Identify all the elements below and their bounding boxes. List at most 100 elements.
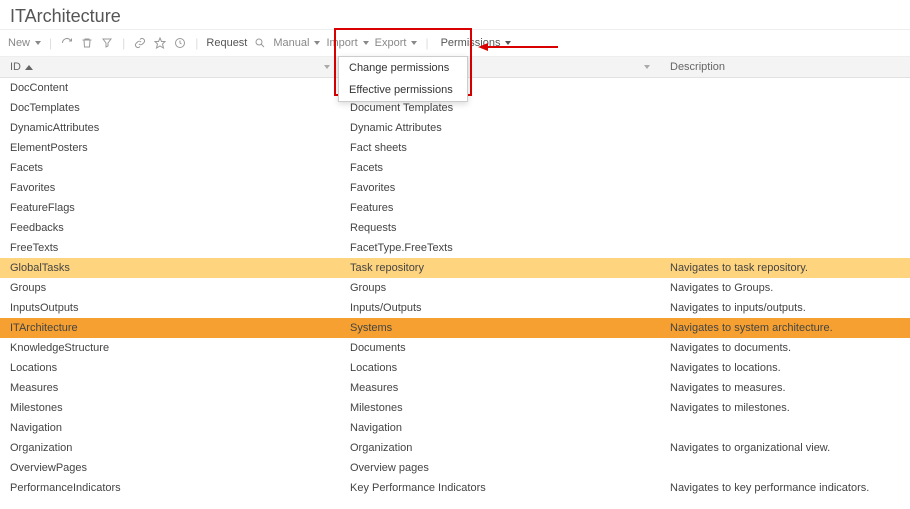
cell-description bbox=[660, 205, 910, 211]
cell-id: DynamicAttributes bbox=[0, 119, 340, 137]
table-row[interactable]: MeasuresMeasuresNavigates to measures. bbox=[0, 378, 910, 398]
table-row[interactable]: FeedbacksRequests bbox=[0, 218, 910, 238]
chevron-down-icon[interactable] bbox=[324, 65, 330, 69]
table-row[interactable]: FavoritesFavorites bbox=[0, 178, 910, 198]
cell-name: Systems bbox=[340, 319, 660, 337]
table-row[interactable]: FacetsFacets bbox=[0, 158, 910, 178]
cell-id: KnowledgeStructure bbox=[0, 339, 340, 357]
cell-description bbox=[660, 465, 910, 471]
column-header-description[interactable]: Description bbox=[660, 57, 910, 77]
toolbar: New | | | Request Manual Import bbox=[0, 29, 910, 57]
cell-description: Navigates to locations. bbox=[660, 359, 910, 377]
new-button[interactable]: New bbox=[8, 37, 41, 49]
trash-icon[interactable] bbox=[80, 36, 94, 50]
cell-description: Navigates to system architecture. bbox=[660, 319, 910, 337]
page-title: ITArchitecture bbox=[0, 0, 910, 29]
cell-description: Navigates to key performance indicators. bbox=[660, 479, 910, 497]
cell-description: Navigates to task repository. bbox=[660, 259, 910, 277]
cell-id: FreeTexts bbox=[0, 239, 340, 257]
cell-description bbox=[660, 125, 910, 131]
cell-name: Organization bbox=[340, 439, 660, 457]
table-row[interactable]: InputsOutputsInputs/OutputsNavigates to … bbox=[0, 298, 910, 318]
cell-name: Navigation bbox=[340, 419, 660, 437]
cell-id: Navigation bbox=[0, 419, 340, 437]
cell-name: Facets bbox=[340, 159, 660, 177]
cell-name: Requests bbox=[340, 219, 660, 237]
table-row[interactable]: OverviewPagesOverview pages bbox=[0, 458, 910, 478]
manual-button[interactable]: Manual bbox=[273, 37, 320, 49]
cell-name: Dynamic Attributes bbox=[340, 119, 660, 137]
separator: | bbox=[47, 36, 54, 50]
cell-id: Feedbacks bbox=[0, 219, 340, 237]
refresh-icon[interactable] bbox=[60, 36, 74, 50]
cell-name: Key Performance Indicators bbox=[340, 479, 660, 497]
cell-id: ElementPosters bbox=[0, 139, 340, 157]
sort-asc-icon bbox=[25, 65, 33, 70]
cell-id: Locations bbox=[0, 359, 340, 377]
permissions-button[interactable]: Permissions bbox=[441, 37, 512, 49]
filter-icon[interactable] bbox=[100, 36, 114, 50]
separator: | bbox=[120, 36, 127, 50]
separator: | bbox=[193, 36, 200, 50]
cell-name: Measures bbox=[340, 379, 660, 397]
table-row[interactable]: MilestonesMilestonesNavigates to milesto… bbox=[0, 398, 910, 418]
column-header-id[interactable]: ID bbox=[0, 57, 340, 77]
table-row[interactable]: PerformanceIndicatorsKey Performance Ind… bbox=[0, 478, 910, 498]
cell-id: Favorites bbox=[0, 179, 340, 197]
cell-id: Milestones bbox=[0, 399, 340, 417]
table-row[interactable]: ITArchitectureSystemsNavigates to system… bbox=[0, 318, 910, 338]
cell-id: Groups bbox=[0, 279, 340, 297]
table-row[interactable]: NavigationNavigation bbox=[0, 418, 910, 438]
cell-description: Navigates to inputs/outputs. bbox=[660, 299, 910, 317]
cell-description: Navigates to measures. bbox=[660, 379, 910, 397]
cell-description: Navigates to documents. bbox=[660, 339, 910, 357]
cell-id: ITArchitecture bbox=[0, 319, 340, 337]
cell-description bbox=[660, 145, 910, 151]
link-icon[interactable] bbox=[133, 36, 147, 50]
table-row[interactable]: LocationsLocationsNavigates to locations… bbox=[0, 358, 910, 378]
cell-description: Navigates to milestones. bbox=[660, 399, 910, 417]
table-row[interactable]: OrganizationOrganizationNavigates to org… bbox=[0, 438, 910, 458]
cell-name: Task repository bbox=[340, 259, 660, 277]
cell-name: Milestones bbox=[340, 399, 660, 417]
table-row[interactable]: GroupsGroupsNavigates to Groups. bbox=[0, 278, 910, 298]
cell-id: FeatureFlags bbox=[0, 199, 340, 217]
import-button[interactable]: Import bbox=[326, 37, 368, 49]
table-row[interactable]: FeatureFlagsFeatures bbox=[0, 198, 910, 218]
table-row[interactable]: ElementPostersFact sheets bbox=[0, 138, 910, 158]
search-icon[interactable] bbox=[253, 36, 267, 50]
table-row[interactable]: GlobalTasksTask repositoryNavigates to t… bbox=[0, 258, 910, 278]
cell-id: OverviewPages bbox=[0, 459, 340, 477]
cell-id: Facets bbox=[0, 159, 340, 177]
cell-description bbox=[660, 185, 910, 191]
cell-id: GlobalTasks bbox=[0, 259, 340, 277]
cell-id: Measures bbox=[0, 379, 340, 397]
star-icon[interactable] bbox=[153, 36, 167, 50]
chevron-down-icon[interactable] bbox=[644, 65, 650, 69]
table-row[interactable]: FreeTextsFacetType.FreeTexts bbox=[0, 238, 910, 258]
cell-description bbox=[660, 165, 910, 171]
change-permissions-item[interactable]: Change permissions bbox=[339, 57, 467, 79]
cell-name: Overview pages bbox=[340, 459, 660, 477]
separator: | bbox=[423, 36, 430, 50]
effective-permissions-item[interactable]: Effective permissions bbox=[339, 79, 467, 101]
cell-id: PerformanceIndicators bbox=[0, 479, 340, 497]
cell-description bbox=[660, 85, 910, 91]
cell-description bbox=[660, 425, 910, 431]
table-row[interactable]: KnowledgeStructureDocumentsNavigates to … bbox=[0, 338, 910, 358]
permissions-dropdown: Change permissions Effective permissions bbox=[338, 56, 468, 102]
cell-name: Documents bbox=[340, 339, 660, 357]
history-icon[interactable] bbox=[173, 36, 187, 50]
cell-id: DocContent bbox=[0, 79, 340, 97]
table-row[interactable]: DynamicAttributesDynamic Attributes bbox=[0, 118, 910, 138]
export-button[interactable]: Export bbox=[375, 37, 418, 49]
request-button[interactable]: Request bbox=[206, 37, 247, 49]
cell-description: Navigates to Groups. bbox=[660, 279, 910, 297]
cell-name: Favorites bbox=[340, 179, 660, 197]
cell-description bbox=[660, 245, 910, 251]
cell-description bbox=[660, 225, 910, 231]
cell-name: Inputs/Outputs bbox=[340, 299, 660, 317]
cell-name: Groups bbox=[340, 279, 660, 297]
cell-name: Locations bbox=[340, 359, 660, 377]
cell-description bbox=[660, 105, 910, 111]
